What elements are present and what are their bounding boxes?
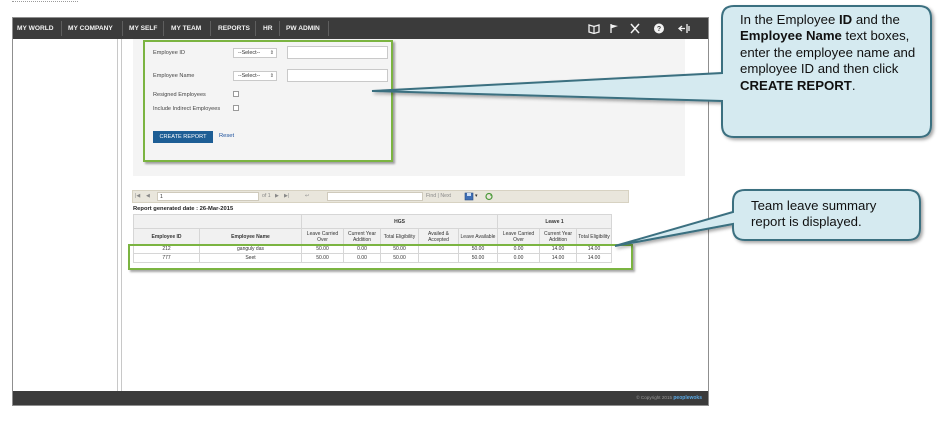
callout-text-part: and the (852, 12, 900, 27)
callout-text-summary: Team leave summary report is displayed. (751, 198, 877, 230)
screenshot: MY WORLD MY COMPANY MY SELF MY TEAM REPO… (0, 0, 947, 434)
callout-text-part: . (851, 77, 856, 93)
callout-text-bold: ID (838, 12, 853, 27)
callout-text-create-report: In the Employee ID and the Employee Name… (740, 12, 920, 94)
callout-text-part: In the Employee (740, 12, 839, 27)
callout-text-bold: Employee Name (740, 28, 842, 44)
callout-text-bold: CREATE REPORT (740, 77, 852, 93)
